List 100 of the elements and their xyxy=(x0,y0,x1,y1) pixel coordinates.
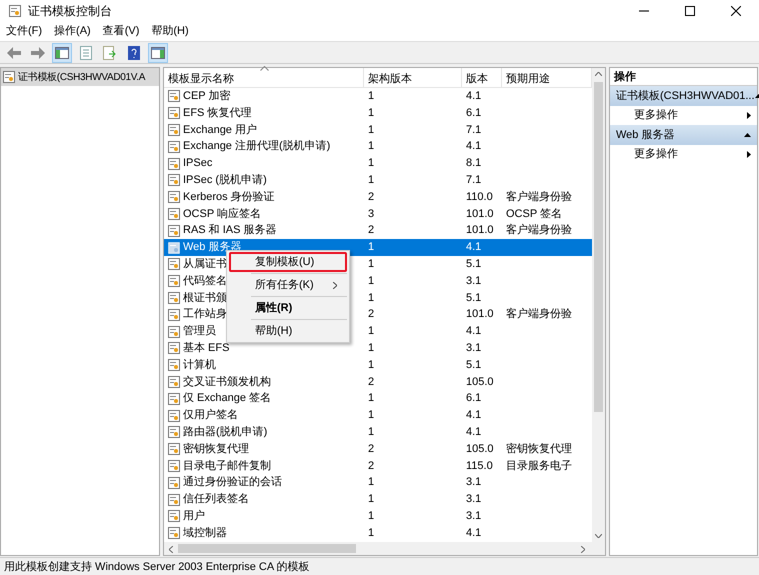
certificate-icon xyxy=(2,70,16,84)
table-cell[interactable]: 通过身份验证的会话 xyxy=(183,474,282,492)
certificate-icon xyxy=(167,274,181,288)
table-cell-text: 客户端身份验 xyxy=(505,306,573,322)
certificate-icon xyxy=(167,190,181,204)
certificate-icon xyxy=(167,374,181,389)
table-cell-text: 105.0 xyxy=(465,374,495,390)
table-cell[interactable]: 信任列表签名 xyxy=(183,491,249,508)
table-cell-text: 1 xyxy=(367,324,376,340)
table-cell-text: 5.1 xyxy=(465,256,482,272)
table-cell-text: 4.1 xyxy=(465,408,482,424)
table-cell[interactable]: Exchange 注册代理(脱机申请) xyxy=(183,138,330,156)
table-cell-text: 105.0 xyxy=(465,442,495,457)
table-cell-text: 3.1 xyxy=(465,274,482,289)
table-cell-text: 6.1 xyxy=(465,391,482,406)
table-cell[interactable]: 交叉证书颁发机构 xyxy=(183,374,271,390)
table-cell-text: 5.1 xyxy=(465,358,482,373)
action-group-header[interactable]: Web 服务器 xyxy=(610,125,757,145)
table-cell-text: 101.0 xyxy=(465,206,495,222)
table-cell[interactable]: 路由器(脱机申请) xyxy=(183,424,268,441)
table-cell-text: 3 xyxy=(367,206,376,222)
horizontal-scrollbar[interactable] xyxy=(164,542,605,555)
action-group-title: Web 服务器 xyxy=(616,128,674,143)
table-cell[interactable]: 从属证书 xyxy=(183,256,227,273)
table-cell-text: 2 xyxy=(367,458,376,474)
table-cell-text: 4.1 xyxy=(465,324,482,340)
table-cell[interactable]: Kerberos 身份验证 xyxy=(183,188,275,206)
table-cell-text: 密钥恢复代理 xyxy=(505,442,573,457)
action-group-header[interactable]: 证书模板(CSH3HWVAD01... xyxy=(610,86,757,106)
column-header[interactable]: 架构版本 xyxy=(364,68,462,87)
table-cell[interactable]: Exchange 用户 xyxy=(183,122,257,138)
menu-item[interactable]: 操作(A) xyxy=(48,23,97,40)
table-cell[interactable]: 代码签名 xyxy=(183,272,227,290)
table-cell[interactable]: 目录电子邮件复制 xyxy=(183,458,271,474)
menu-item[interactable]: 帮助(H) xyxy=(229,321,347,341)
table-cell-text: 1 xyxy=(367,526,376,541)
table-cell-text: 1 xyxy=(367,424,376,440)
column-header[interactable]: 版本 xyxy=(462,68,502,87)
menu-item[interactable]: 查看(V) xyxy=(96,23,146,40)
table-cell-text: 1 xyxy=(367,358,376,373)
certificate-icon xyxy=(167,240,181,255)
table-cell[interactable]: 计算机 xyxy=(183,356,216,374)
certificate-icon xyxy=(167,173,181,188)
vertical-scrollbar[interactable] xyxy=(592,68,605,542)
certificate-icon xyxy=(167,492,181,507)
table-cell[interactable]: OCSP 响应签名 xyxy=(183,206,262,222)
table-cell[interactable]: RAS 和 IAS 服务器 xyxy=(183,222,277,240)
certificate-icon xyxy=(167,257,181,272)
action-group-title: 证书模板(CSH3HWVAD01... xyxy=(616,88,755,104)
table-cell-text: OCSP 签名 xyxy=(505,206,564,222)
table-cell-text: 4.1 xyxy=(465,240,482,256)
table-cell-text: 7.1 xyxy=(465,172,482,188)
table-cell-text: 6.1 xyxy=(465,106,482,121)
certificate-icon xyxy=(167,106,181,120)
menu-item[interactable]: 文件(F) xyxy=(0,23,48,40)
table-cell-text: 2 xyxy=(367,374,376,390)
table-cell[interactable]: 管理员 xyxy=(183,323,216,340)
action-item[interactable]: 更多操作 xyxy=(610,145,757,164)
table-cell-text: 4.1 xyxy=(465,89,482,104)
certificate-icon xyxy=(167,140,181,154)
pane-icon[interactable] xyxy=(52,42,72,62)
table-cell[interactable]: 密钥恢复代理 xyxy=(183,440,249,458)
table-cell[interactable]: IPSec (脱机申请) xyxy=(183,172,267,189)
certificate-icon xyxy=(167,526,181,540)
table-cell[interactable]: 工作站身 xyxy=(183,306,227,324)
table-cell[interactable]: 根证书颁 xyxy=(183,290,227,306)
table-cell-text: 2 xyxy=(367,190,376,205)
table-cell[interactable]: 域控制器 xyxy=(183,524,227,542)
scroll-down-icon xyxy=(595,534,602,538)
table-cell[interactable]: CEP 加密 xyxy=(183,88,230,105)
certificate-icon xyxy=(167,89,181,104)
table-cell[interactable]: IPSec xyxy=(183,155,212,172)
table-cell[interactable]: 基本 EFS xyxy=(183,340,230,357)
certificate-icon xyxy=(167,458,181,473)
table-cell-text: 2 xyxy=(367,307,376,322)
table-cell[interactable]: 仅用户签名 xyxy=(183,407,238,424)
table-cell-text: 1 xyxy=(367,290,376,306)
table-cell-text: 1 xyxy=(367,475,376,490)
table-cell[interactable]: EFS 恢复代理 xyxy=(183,104,252,122)
table-cell-text: 客户端身份验 xyxy=(505,222,573,238)
column-header[interactable]: 模板显示名称 xyxy=(164,68,364,87)
certificate-icon xyxy=(167,308,181,322)
tree-item[interactable]: 证书模板(CSH3HWVAD01V.A xyxy=(1,68,159,86)
table-cell-text: 1 xyxy=(367,340,376,356)
menu-item[interactable]: 所有任务(K) xyxy=(229,275,347,295)
table-cell-text: 2 xyxy=(367,223,376,238)
table-cell-text: 目录服务电子 xyxy=(505,458,573,474)
scroll-left-icon xyxy=(169,546,173,553)
table-cell[interactable]: 用户 xyxy=(183,508,205,525)
table-cell[interactable]: 仅 Exchange 签名 xyxy=(183,390,272,408)
menu-item[interactable]: 复制模板(U) xyxy=(229,252,347,272)
table-cell-text: 1 xyxy=(367,508,376,524)
action-item[interactable]: 更多操作 xyxy=(610,106,757,125)
pane-icon[interactable] xyxy=(148,42,168,62)
table-cell-text: 1 xyxy=(367,139,376,154)
menu-item[interactable]: 属性(R) xyxy=(229,298,347,318)
menu-item[interactable]: 帮助(H) xyxy=(145,23,195,40)
table-cell-text: 1 xyxy=(367,122,376,138)
window-title: 证书模板控制台 xyxy=(28,3,113,20)
certificate-icon xyxy=(167,122,181,137)
